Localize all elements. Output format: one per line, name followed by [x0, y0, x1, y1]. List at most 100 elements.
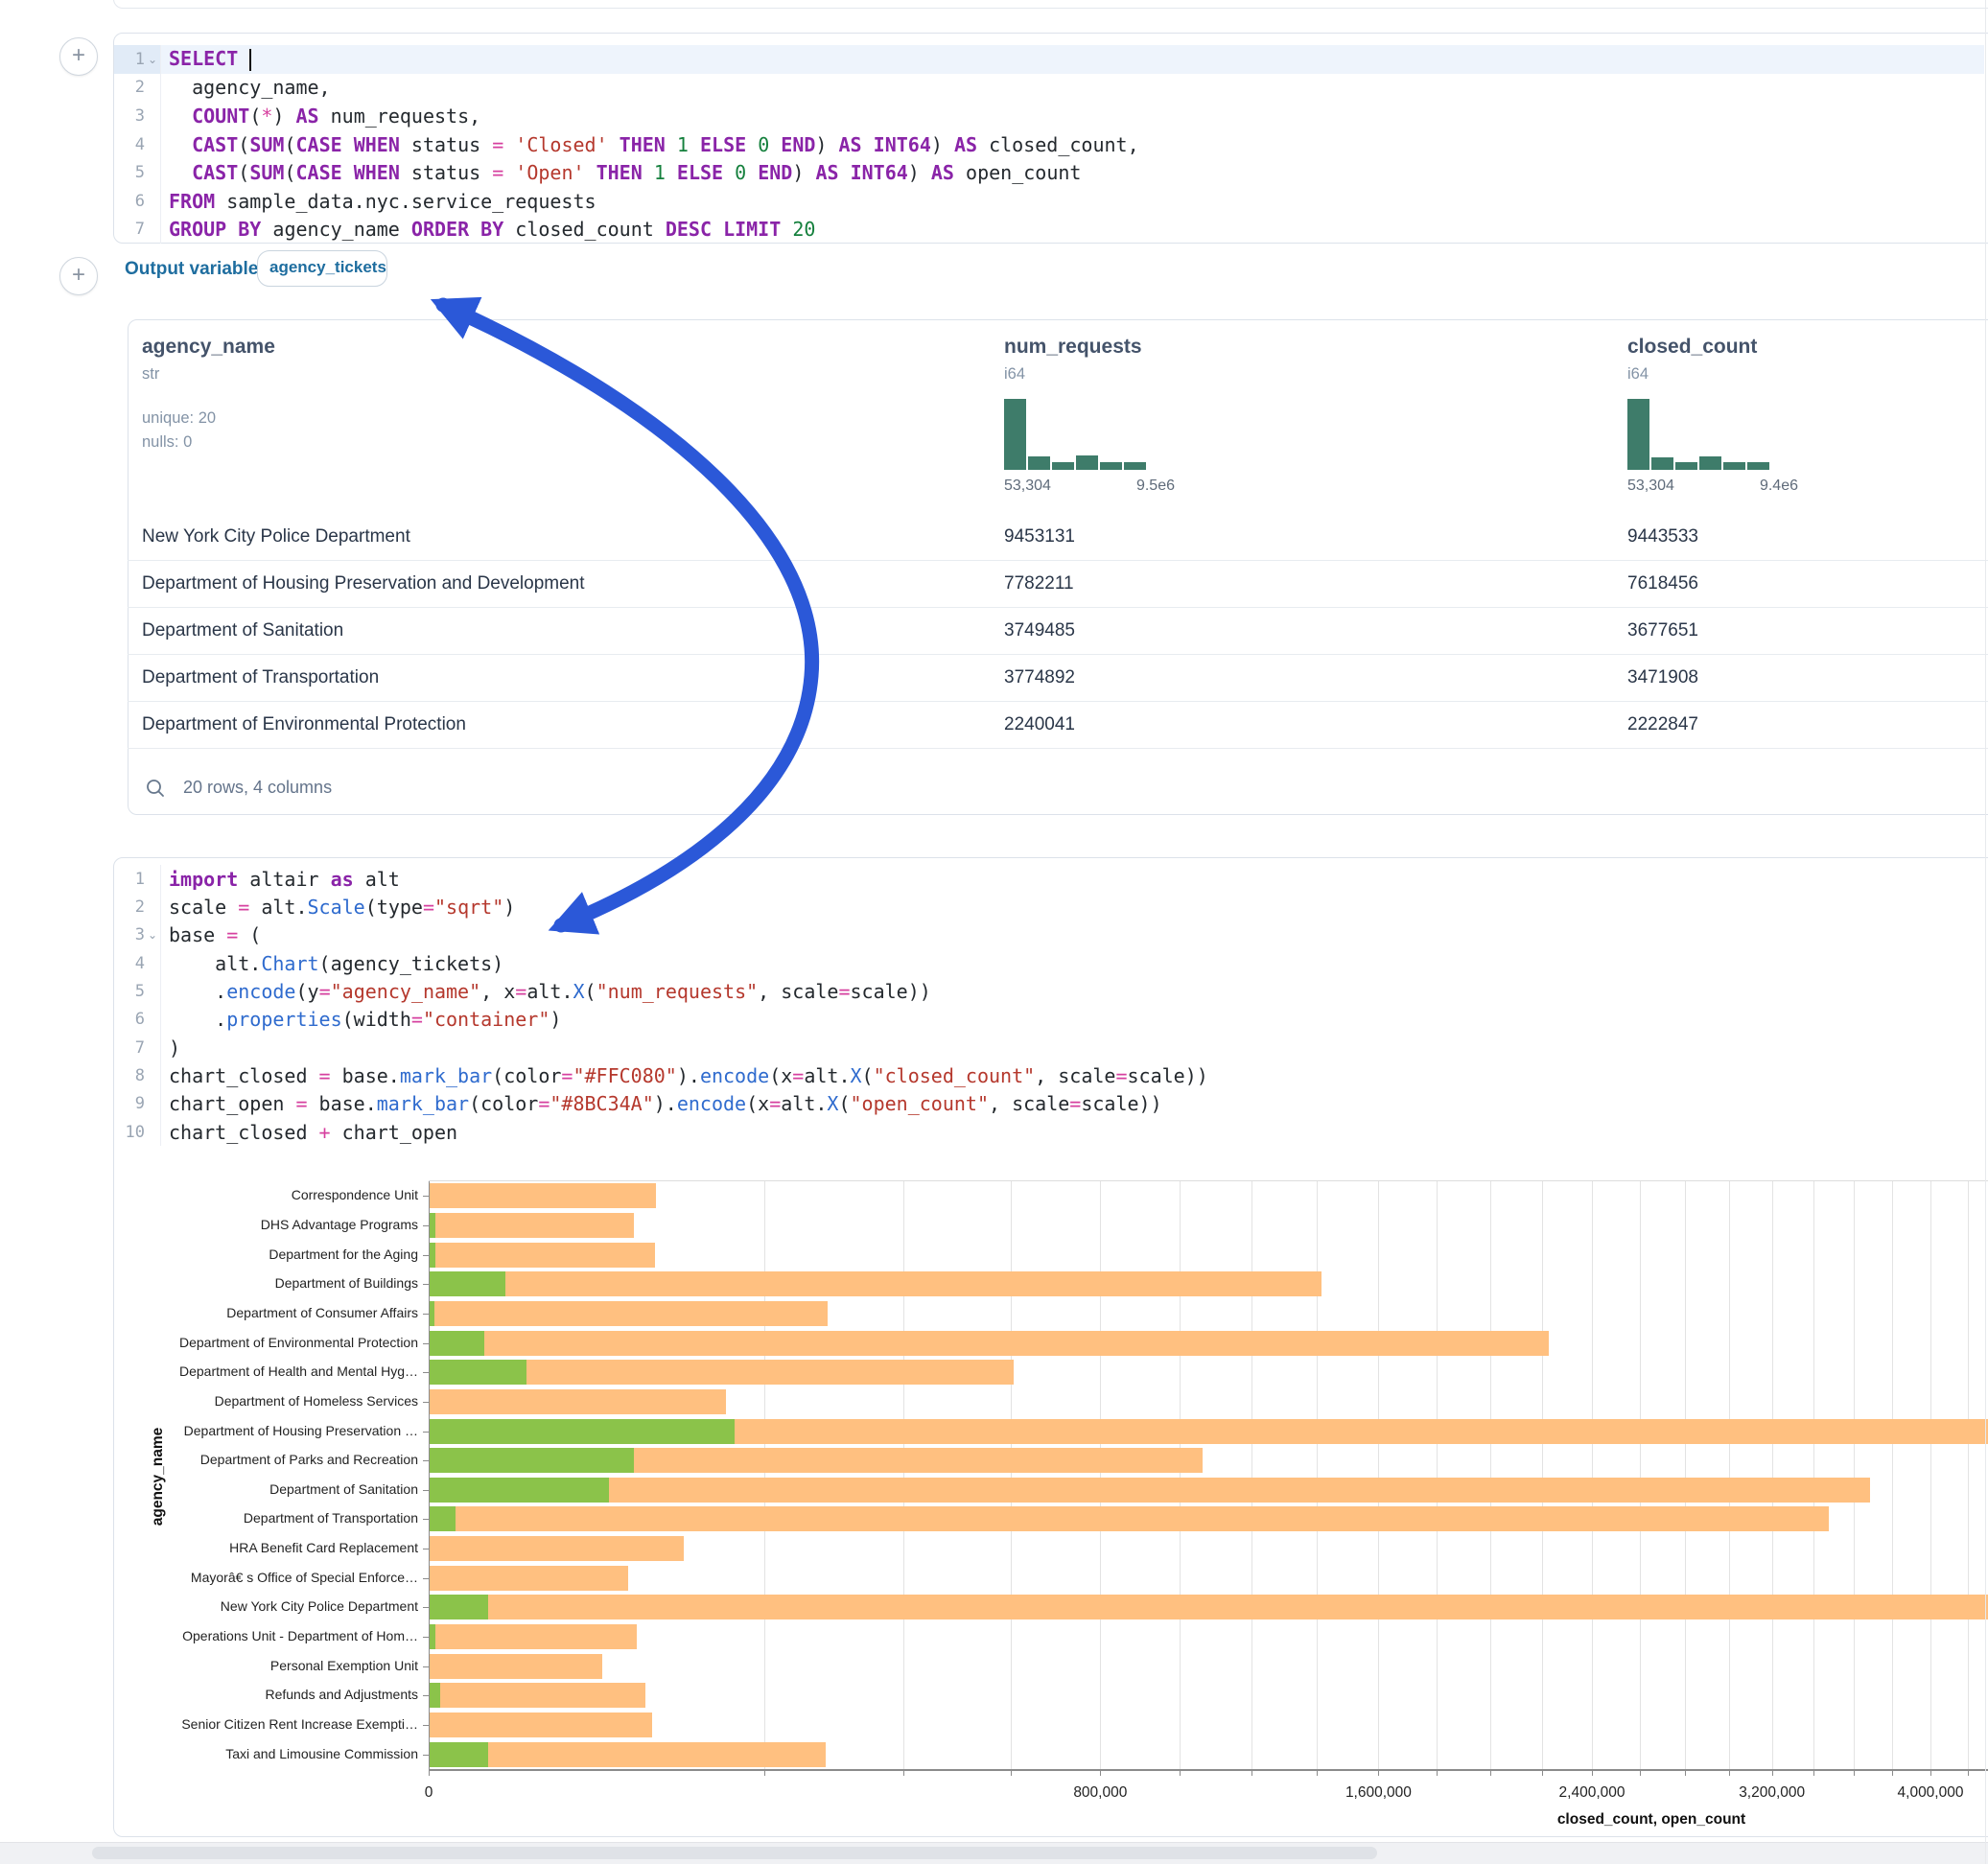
y-axis-tick — [423, 1755, 429, 1756]
column-stats: unique: 20nulls: 0 — [142, 407, 990, 454]
column-type: i64 — [1627, 365, 1988, 384]
chart-bar-closed — [430, 1506, 1829, 1531]
table-cell: 9453131 — [990, 526, 1613, 548]
line-number: 1 — [135, 50, 145, 69]
code-text: FROM sample_data.nyc.service_requests — [169, 190, 596, 213]
y-axis-category-label: Operations Unit - Department of Hom… — [130, 1628, 418, 1643]
chart-bar-closed — [430, 1683, 645, 1708]
x-axis-tick-label: 2,400,000 — [1515, 1784, 1669, 1802]
y-axis-category-label: DHS Advantage Programs — [130, 1217, 418, 1232]
chart-bar-closed — [430, 1595, 1988, 1619]
line-gutter: 5 — [114, 158, 161, 187]
column-name: agency_name — [142, 336, 990, 359]
y-axis-tick — [423, 1343, 429, 1344]
code-line: 7 GROUP BY agency_name ORDER BY closed_co… — [114, 216, 1984, 245]
y-axis-tick — [423, 1196, 429, 1197]
gridline — [1011, 1181, 1012, 1769]
notebook-page: + + 1⌄SELECT 2 agency_name,3 COUNT(*) AS… — [0, 0, 1988, 1864]
table-cell: 2240041 — [990, 714, 1613, 735]
x-axis-tick — [1011, 1770, 1012, 1776]
table-cell: 2222847 — [1613, 714, 1988, 735]
table-cell: Department of Sanitation — [128, 620, 990, 641]
y-axis-tick — [423, 1725, 429, 1726]
gridline — [1685, 1181, 1686, 1769]
fold-chevron-icon[interactable]: ⌄ — [145, 928, 160, 942]
code-text: agency_name, — [169, 76, 331, 99]
y-axis-tick — [423, 1666, 429, 1667]
table-cell: 3471908 — [1613, 667, 1988, 688]
chart-bar-closed — [430, 1301, 828, 1326]
column-histogram — [1627, 399, 1773, 470]
histogram-bar — [1004, 399, 1026, 470]
output-variable-label: Output variable: — [125, 259, 265, 280]
histogram-bar — [1699, 456, 1721, 470]
x-axis-title: closed_count, open_count — [1546, 1811, 1757, 1829]
chart-bar-open — [430, 1742, 488, 1767]
y-axis-tick — [423, 1372, 429, 1373]
code-line: 5 .encode(y="agency_name", x=alt.X("num_… — [114, 977, 1984, 1005]
histogram-bar — [1723, 462, 1745, 470]
line-number: 9 — [135, 1094, 145, 1113]
add-cell-button-top[interactable]: + — [59, 37, 98, 76]
column-header-closed-count[interactable]: closed_count i64 53,304 9.4e6 — [1613, 319, 1988, 513]
code-text: COUNT(*) AS num_requests, — [169, 105, 480, 128]
table-row: Department of Sanitation37494853677651 — [128, 607, 1988, 655]
chart-bar-open — [430, 1419, 735, 1444]
code-line: 2 agency_name, — [114, 74, 1984, 103]
gridline — [764, 1181, 765, 1769]
chart-bar-closed — [430, 1331, 1549, 1356]
histogram-bar — [1627, 399, 1649, 470]
gridline — [1772, 1181, 1773, 1769]
histogram-bar — [1028, 456, 1050, 470]
code-line: 1import altair as alt — [114, 865, 1984, 893]
code-text: GROUP BY agency_name ORDER BY closed_cou… — [169, 218, 815, 241]
chart-bar-closed — [430, 1536, 684, 1561]
x-axis-tick — [1317, 1770, 1318, 1776]
line-number: 5 — [135, 163, 145, 182]
chart-bar-closed — [430, 1654, 602, 1679]
y-axis-tick — [423, 1607, 429, 1608]
line-gutter: 3 — [114, 102, 161, 130]
y-axis-category-label: Refunds and Adjustments — [130, 1687, 418, 1702]
table-cell: Department of Housing Preservation and D… — [128, 573, 990, 594]
y-axis-title: agency_name — [150, 1390, 167, 1563]
code-text: alt.Chart(agency_tickets) — [169, 952, 503, 975]
line-gutter: 6 — [114, 187, 161, 216]
y-axis-tick — [423, 1314, 429, 1315]
histogram-range-labels: 53,304 9.5e6 — [1004, 478, 1175, 495]
line-number: 6 — [135, 1010, 145, 1029]
histogram-range-labels: 53,304 9.4e6 — [1627, 478, 1798, 495]
add-cell-button-middle[interactable]: + — [59, 257, 98, 295]
chart-bar-closed — [430, 1624, 637, 1649]
column-header-agency-name[interactable]: agency_name str unique: 20nulls: 0 — [128, 319, 990, 513]
histogram-bar — [1100, 462, 1122, 470]
column-header-num-requests[interactable]: num_requests i64 53,304 9.5e6 — [990, 319, 1613, 513]
chart-bar-closed — [430, 1713, 652, 1737]
x-axis-tick-label: 3,200,000 — [1696, 1784, 1849, 1802]
y-axis-tick — [423, 1432, 429, 1433]
y-axis-tick — [423, 1490, 429, 1491]
x-axis-tick — [1729, 1770, 1730, 1776]
y-axis-category-label: Department of Health and Mental Hyg… — [130, 1363, 418, 1379]
chart-bar-open — [430, 1331, 484, 1356]
search-icon[interactable] — [145, 778, 166, 799]
code-text: ) — [169, 1037, 180, 1060]
plot-top-border — [429, 1180, 1988, 1181]
horizontal-scrollbar-thumb[interactable] — [92, 1847, 1377, 1859]
chart-bar-closed — [430, 1271, 1321, 1296]
code-text: chart_closed = base.mark_bar(color="#FFC… — [169, 1064, 1208, 1087]
column-type: i64 — [1004, 365, 1613, 384]
line-number: 6 — [135, 192, 145, 211]
line-number: 10 — [126, 1123, 145, 1142]
y-axis-tick — [423, 1225, 429, 1226]
output-variable-pill[interactable]: agency_tickets — [257, 250, 387, 287]
fold-chevron-icon[interactable]: ⌄ — [145, 53, 160, 66]
x-axis-tick — [1437, 1770, 1438, 1776]
x-axis-tick — [1685, 1770, 1686, 1776]
column-name: closed_count — [1627, 336, 1988, 359]
y-axis-tick — [423, 1460, 429, 1461]
y-axis-category-label: Department of Environmental Protection — [130, 1335, 418, 1350]
line-number: 7 — [135, 220, 145, 239]
row-count-label: 20 rows, 4 columns — [183, 778, 332, 798]
x-axis-line — [429, 1769, 1988, 1771]
